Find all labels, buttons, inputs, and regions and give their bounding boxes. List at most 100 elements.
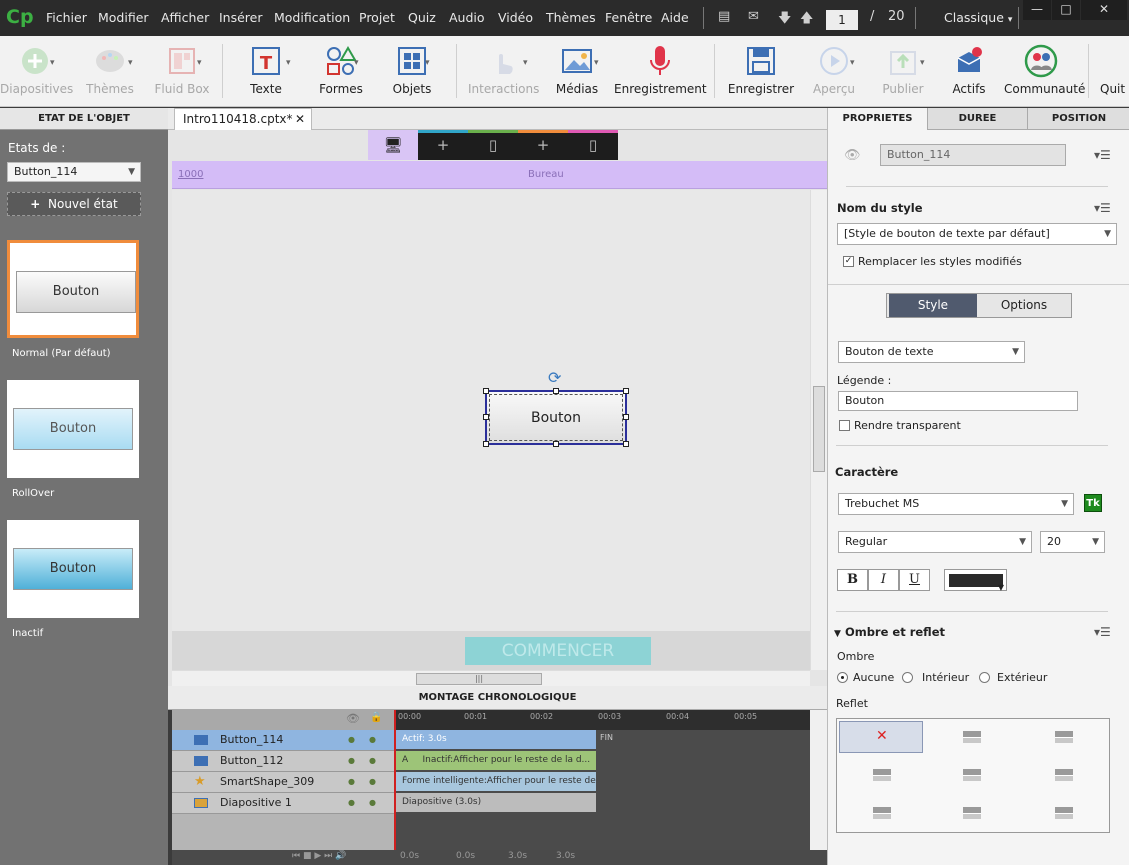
timeline-layer[interactable]: Button_112 ●● xyxy=(172,751,394,772)
scroll-thumb[interactable]: ||| xyxy=(416,673,542,685)
chevron-down-icon[interactable]: ▾ xyxy=(197,58,202,68)
reflection-option[interactable] xyxy=(1021,721,1105,753)
vertical-scrollbar[interactable] xyxy=(810,190,827,670)
timeline-bar[interactable]: Forme intelligente:Afficher pour le rest… xyxy=(396,772,596,791)
menu-projet[interactable]: Projet xyxy=(359,10,395,25)
reflection-option[interactable] xyxy=(929,759,1013,791)
reflection-option[interactable] xyxy=(929,797,1013,829)
state-thumb-inactif[interactable]: Bouton xyxy=(7,520,139,618)
legende-input[interactable]: Bouton xyxy=(838,391,1078,411)
chevron-down-icon[interactable]: ▾ xyxy=(425,58,430,68)
resize-handle[interactable] xyxy=(553,388,559,394)
new-state-button[interactable]: + Nouvel état xyxy=(7,192,141,216)
resize-handle[interactable] xyxy=(623,388,629,394)
scroll-thumb[interactable] xyxy=(813,386,825,472)
state-thumb-normal[interactable]: Bouton xyxy=(7,240,139,338)
shadow-inner-radio[interactable] xyxy=(902,672,913,683)
arrow-down-icon[interactable]: 🡇 xyxy=(778,9,791,31)
object-name-field[interactable]: Button_114 xyxy=(880,144,1066,166)
toolbar-themes[interactable]: Thèmes xyxy=(78,36,142,106)
toolbar-communaute[interactable]: Communauté xyxy=(1004,36,1085,106)
toolbar-medias[interactable]: Médias xyxy=(550,36,604,106)
selected-button-object[interactable]: Bouton xyxy=(483,388,629,447)
timeline-bar[interactable]: Diapositive (3.0s) xyxy=(396,793,596,812)
eye-icon[interactable]: 👁 xyxy=(346,712,360,725)
reflection-option[interactable] xyxy=(929,721,1013,753)
timeline-bar[interactable]: A Inactif:Afficher pour le reste de la d… xyxy=(396,751,596,770)
resize-handle[interactable] xyxy=(483,441,489,447)
toolbar-publier[interactable]: Publier xyxy=(874,36,932,106)
menu-modification[interactable]: Modification xyxy=(274,10,350,25)
panel-menu-icon[interactable]: ▾☰ xyxy=(1094,148,1111,162)
object-select[interactable]: Button_114 ▼ xyxy=(7,162,141,182)
maximize-button[interactable]: □ xyxy=(1052,0,1080,20)
current-page-input[interactable]: 1 xyxy=(826,10,858,30)
close-window-button[interactable]: ✕ xyxy=(1081,0,1127,20)
menu-video[interactable]: Vidéo xyxy=(498,10,533,25)
lock-icon[interactable]: 🔒 xyxy=(370,712,382,723)
timeline-bar[interactable]: Actif: 3.0s xyxy=(396,730,596,749)
toolbar-texte[interactable]: T Texte xyxy=(236,36,296,106)
mobile-view-button[interactable]: ▯ xyxy=(568,130,618,160)
arrow-up-icon[interactable]: 🡅 xyxy=(800,9,813,31)
tablet-view-button[interactable]: ▯ xyxy=(468,130,518,160)
resize-handle[interactable] xyxy=(483,414,489,420)
reflection-option[interactable] xyxy=(1021,759,1105,791)
menu-fichier[interactable]: Fichier xyxy=(46,10,87,25)
state-thumb-rollover[interactable]: Bouton xyxy=(7,380,139,478)
resize-handle[interactable] xyxy=(483,388,489,394)
menu-modifier[interactable]: Modifier xyxy=(98,10,149,25)
toolbar-apercu[interactable]: Aperçu xyxy=(806,36,862,106)
resize-handle[interactable] xyxy=(553,441,559,447)
chevron-down-icon[interactable]: ▾ xyxy=(850,58,855,68)
toolbar-fluid-box[interactable]: Fluid Box xyxy=(148,36,216,106)
reflection-option[interactable] xyxy=(839,797,923,829)
chevron-down-icon[interactable]: ▾ xyxy=(354,58,359,68)
font-size-select[interactable]: 20 ▼ xyxy=(1040,531,1105,553)
eye-icon[interactable]: 👁 xyxy=(844,148,861,163)
menu-afficher[interactable]: Afficher xyxy=(161,10,209,25)
horizontal-scrollbar[interactable]: ||| xyxy=(172,670,810,686)
add-breakpoint-button[interactable]: + xyxy=(418,130,468,160)
text-color-picker[interactable]: ▼ xyxy=(944,569,1007,592)
menu-themes[interactable]: Thèmes xyxy=(546,10,596,25)
reflection-option[interactable] xyxy=(839,759,923,791)
resize-handle[interactable] xyxy=(623,441,629,447)
menu-quiz[interactable]: Quiz xyxy=(408,10,436,25)
playback-controls-icon[interactable]: ⏮ ■ ▶ ⏭ 🔊 xyxy=(292,851,346,861)
toolbar-objets[interactable]: Objets xyxy=(384,36,440,106)
timeline-layer[interactable]: Diapositive 1 ●● xyxy=(172,793,394,814)
add-breakpoint-button[interactable]: + xyxy=(518,130,568,160)
style-select[interactable]: [Style de bouton de texte par défaut] ▼ xyxy=(837,223,1117,245)
chevron-down-icon[interactable]: ▾ xyxy=(128,58,133,68)
timeline-track[interactable]: 00:00 00:01 00:02 00:03 00:04 00:05 Acti… xyxy=(394,710,810,850)
chevron-down-icon[interactable]: ▾ xyxy=(594,58,599,68)
menu-fenetre[interactable]: Fenêtre xyxy=(605,10,652,25)
replace-styles-checkbox[interactable]: ✓ xyxy=(843,256,854,267)
chevron-down-icon[interactable]: ▾ xyxy=(523,58,528,68)
mail-icon[interactable]: ✉ xyxy=(748,9,759,24)
chevron-down-icon[interactable]: ▾ xyxy=(286,58,291,68)
shadow-none-radio[interactable] xyxy=(837,672,848,683)
reflection-option[interactable] xyxy=(1021,797,1105,829)
typekit-badge[interactable]: Tk xyxy=(1084,494,1102,512)
resize-handle[interactable] xyxy=(623,414,629,420)
chevron-down-icon[interactable]: ▾ xyxy=(50,58,55,68)
playhead[interactable] xyxy=(394,710,396,850)
ombre-reflet-label[interactable]: ▼ Ombre et reflet xyxy=(834,625,945,639)
chevron-down-icon[interactable]: ▾ xyxy=(920,58,925,68)
timeline-layer[interactable]: Button_114 ●● xyxy=(172,730,394,751)
tab-proprietes[interactable]: PROPRIETES xyxy=(828,108,928,130)
menu-audio[interactable]: Audio xyxy=(449,10,485,25)
toolbar-actifs[interactable]: Actifs xyxy=(942,36,996,106)
filmstrip-icon[interactable]: ▤ xyxy=(718,9,730,24)
button-type-select[interactable]: Bouton de texte ▼ xyxy=(838,341,1025,363)
menu-aide[interactable]: Aide xyxy=(661,10,689,25)
commencer-button[interactable]: COMMENCER xyxy=(465,637,651,665)
timeline-layer[interactable]: ★ SmartShape_309 ●● xyxy=(172,772,394,793)
font-select[interactable]: Trebuchet MS ▼ xyxy=(838,493,1074,515)
italic-button[interactable]: I xyxy=(868,569,899,591)
document-tab[interactable]: Intro110418.cptx* ✕ xyxy=(174,108,312,130)
toolbar-enregistrer[interactable]: Enregistrer xyxy=(726,36,796,106)
toolbar-quit[interactable]: Quit xyxy=(1100,36,1129,106)
